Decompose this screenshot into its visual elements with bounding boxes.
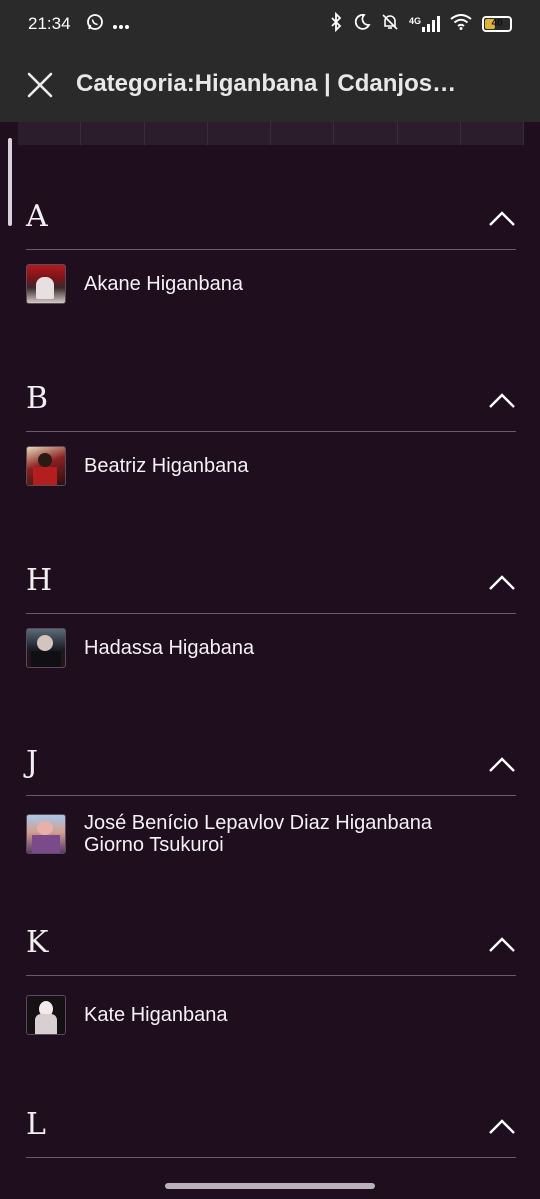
- page-banner-strip: [18, 122, 524, 145]
- section-letter: B: [26, 381, 49, 416]
- list-item[interactable]: Beatriz Higanbana: [26, 446, 249, 486]
- chevron-up-icon[interactable]: [488, 1115, 516, 1139]
- member-name[interactable]: Akane Higanbana: [84, 273, 243, 295]
- battery-icon: 40: [482, 16, 512, 32]
- member-thumbnail: [26, 995, 66, 1035]
- scroll-indicator[interactable]: [8, 138, 12, 226]
- status-time: 21:34: [28, 14, 71, 33]
- section-header[interactable]: H: [26, 553, 516, 614]
- section-h: H Hadassa Higabana: [26, 553, 516, 668]
- whatsapp-icon: [86, 13, 104, 35]
- section-letter: H: [26, 563, 53, 598]
- section-header[interactable]: L: [26, 1097, 516, 1158]
- bell-off-icon: [381, 13, 399, 35]
- moon-icon: [353, 13, 371, 35]
- section-header[interactable]: K: [26, 915, 516, 976]
- member-thumbnail: [26, 814, 66, 854]
- member-name[interactable]: Kate Higanbana: [84, 1004, 227, 1026]
- section-b: B Beatriz Higanbana: [26, 371, 516, 486]
- section-letter: A: [26, 199, 48, 234]
- home-indicator[interactable]: [165, 1183, 375, 1189]
- chevron-up-icon[interactable]: [488, 933, 516, 957]
- member-thumbnail: [26, 446, 66, 486]
- chevron-up-icon[interactable]: [488, 207, 516, 231]
- wifi-icon: [450, 14, 472, 34]
- close-icon: [27, 72, 53, 98]
- app-bar: Categoria:Higanbana | Cdanjos…: [0, 48, 540, 122]
- bluetooth-icon: [329, 11, 343, 36]
- section-a: A Akane Higanbana: [26, 189, 516, 304]
- list-item[interactable]: José Benício Lepavlov Diaz Higanbana Gio…: [26, 812, 432, 856]
- section-letter: K: [26, 925, 49, 960]
- close-button[interactable]: [20, 65, 60, 105]
- list-item[interactable]: Kate Higanbana: [26, 995, 227, 1035]
- section-letter: J: [26, 745, 39, 780]
- section-k: K Kate Higanbana: [26, 915, 516, 1035]
- status-bar: 21:34 4G 40: [0, 0, 540, 48]
- section-header[interactable]: B: [26, 371, 516, 432]
- list-item[interactable]: Hadassa Higabana: [26, 628, 254, 668]
- list-item[interactable]: Akane Higanbana: [26, 264, 243, 304]
- section-header[interactable]: A: [26, 189, 516, 250]
- chevron-up-icon[interactable]: [488, 389, 516, 413]
- chevron-up-icon[interactable]: [488, 571, 516, 595]
- chevron-up-icon[interactable]: [488, 753, 516, 777]
- member-name[interactable]: Beatriz Higanbana: [84, 455, 249, 477]
- member-name[interactable]: José Benício Lepavlov Diaz Higanbana Gio…: [84, 812, 432, 856]
- member-thumbnail: [26, 264, 66, 304]
- member-thumbnail: [26, 628, 66, 668]
- section-letter: L: [26, 1107, 46, 1142]
- section-j: J José Benício Lepavlov Diaz Higanbana G…: [26, 735, 516, 856]
- more-dots-icon: [112, 15, 130, 34]
- section-l: L: [26, 1097, 516, 1158]
- member-name[interactable]: Hadassa Higabana: [84, 637, 254, 659]
- section-header[interactable]: J: [26, 735, 516, 796]
- signal-4g-icon: 4G: [409, 16, 440, 32]
- page-title: Categoria:Higanbana | Cdanjos…: [76, 70, 457, 97]
